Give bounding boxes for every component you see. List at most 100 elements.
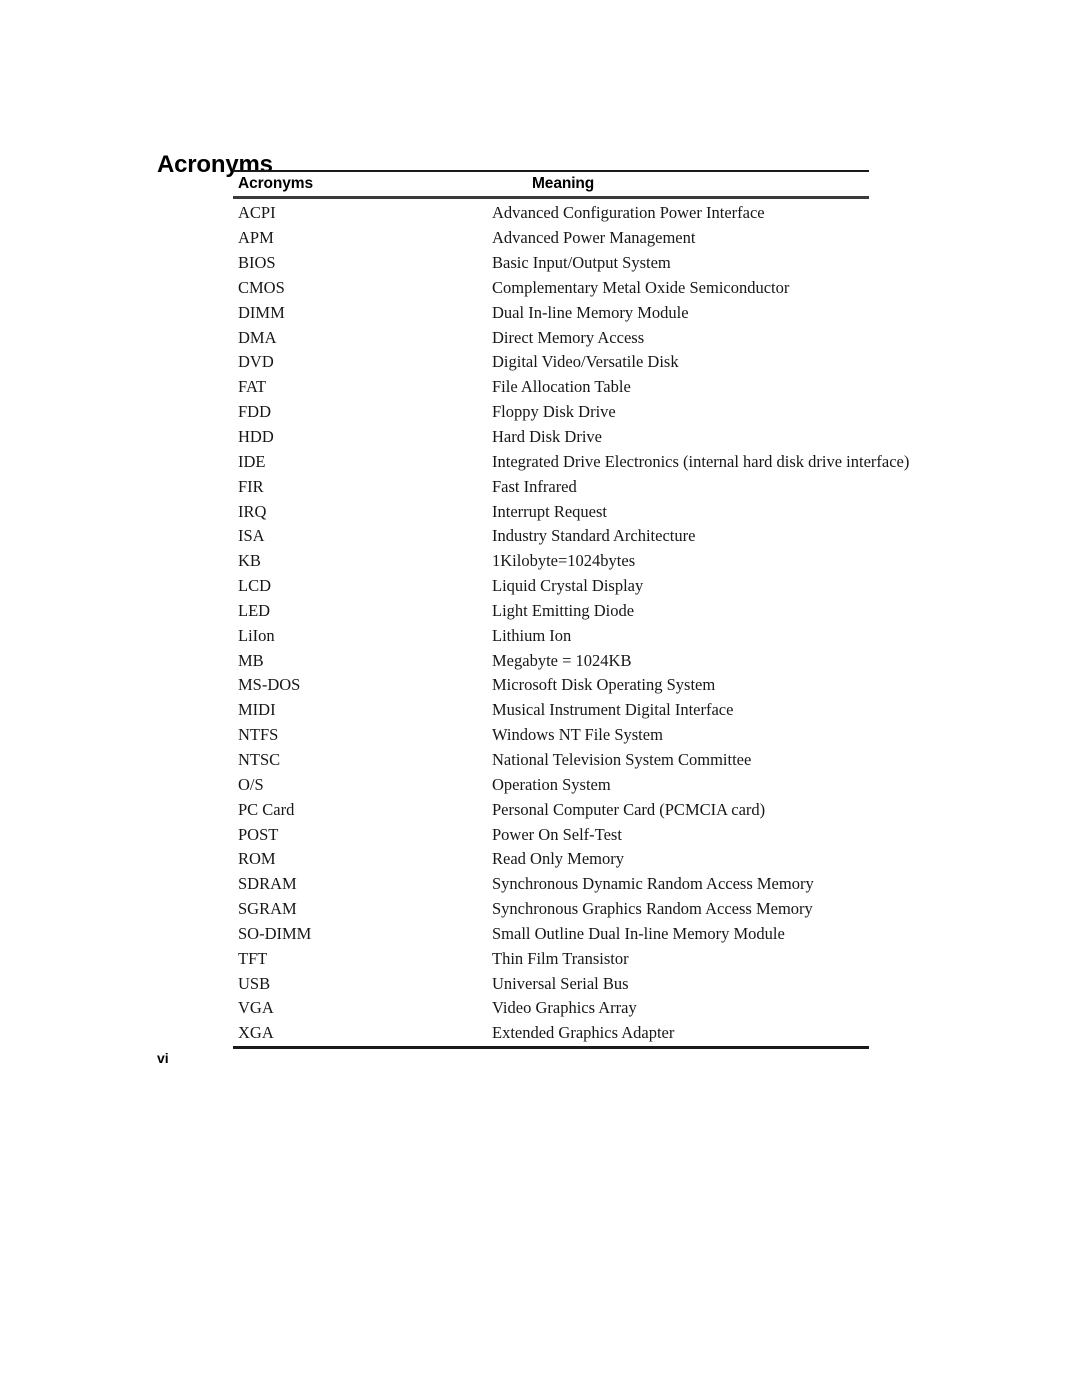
acronym-cell: ISA	[238, 526, 265, 546]
table-row: LED Light Emitting Diode	[233, 599, 869, 624]
meaning-cell: 1Kilobyte=1024bytes	[492, 551, 636, 571]
acronym-cell: IDE	[238, 451, 266, 471]
table-row: ACPI Advanced Configuration Power Interfa…	[233, 201, 869, 226]
table-bottom-rule	[233, 1045, 869, 1049]
acronym-cell: SGRAM	[238, 899, 297, 919]
acronym-cell: DVD	[238, 352, 274, 372]
meaning-cell: Read Only Memory	[492, 849, 624, 869]
meaning-cell: Megabyte = 1024KB	[492, 650, 632, 670]
table-row: NTFS Windows NT File System	[233, 723, 869, 748]
acronym-cell: BIOS	[238, 253, 276, 273]
meaning-cell: Integrated Drive Electronics (internal h…	[492, 451, 910, 471]
table-row: MB Megabyte = 1024KB	[233, 648, 869, 673]
meaning-cell: Interrupt Request	[492, 501, 608, 521]
meaning-cell: Small Outline Dual In-line Memory Module	[492, 923, 785, 943]
meaning-cell: Basic Input/Output System	[492, 253, 671, 273]
meaning-cell: Synchronous Dynamic Random Access Memory	[492, 874, 814, 894]
acronym-cell: USB	[238, 973, 271, 993]
meaning-cell: Windows NT File System	[492, 725, 663, 745]
acronym-cell: CMOS	[238, 277, 285, 297]
table-row: SO-DIMM Small Outline Dual In-line Memory…	[233, 921, 869, 946]
table-row: IRQ Interrupt Request	[233, 499, 869, 524]
table-row: XGA Extended Graphics Adapter	[233, 1021, 869, 1046]
table-row: FAT File Allocation Table	[233, 375, 869, 400]
acronym-cell: NTSC	[238, 749, 281, 769]
column-header-acronyms: Acronyms	[238, 175, 314, 192]
acronym-cell: NTFS	[238, 725, 279, 745]
table-row: USB Universal Serial Bus	[233, 971, 869, 996]
table-row: TFT Thin Film Transistor	[233, 946, 869, 971]
meaning-cell: Power On Self-Test	[492, 824, 622, 844]
acronym-cell: LCD	[238, 576, 271, 596]
table-row: LiIon Lithium Ion	[233, 623, 869, 648]
acronym-cell: DMA	[238, 327, 277, 347]
acronym-cell: MIDI	[238, 700, 276, 720]
table-row: HDD Hard Disk Drive	[233, 425, 869, 450]
acronym-cell: IRQ	[238, 501, 267, 521]
acronym-cell: ACPI	[238, 203, 276, 223]
meaning-cell: Microsoft Disk Operating System	[492, 675, 716, 695]
table-row: CMOS Complementary Metal Oxide Semiconduc…	[233, 276, 869, 301]
meaning-cell: Advanced Configuration Power Interface	[492, 203, 765, 223]
acronym-cell: MS-DOS	[238, 675, 301, 695]
table-row: LCD Liquid Crystal Display	[233, 574, 869, 599]
meaning-cell: Thin Film Transistor	[492, 948, 629, 968]
meaning-cell: Direct Memory Access	[492, 327, 645, 347]
acronym-cell: MB	[238, 650, 264, 670]
page-number: vi	[157, 1050, 169, 1066]
acronym-cell: FDD	[238, 402, 272, 422]
acronym-cell: LiIon	[238, 625, 275, 645]
acronym-cell: APM	[238, 228, 274, 248]
table-row: VGA Video Graphics Array	[233, 996, 869, 1021]
table-row: BIOS Basic Input/Output System	[233, 251, 869, 276]
table-row: NTSC National Television System Committee	[233, 748, 869, 773]
acronym-cell: HDD	[238, 427, 274, 447]
acronym-cell: DIMM	[238, 302, 285, 322]
table-row: MS-DOS Microsoft Disk Operating System	[233, 673, 869, 698]
table-row: FDD Floppy Disk Drive	[233, 400, 869, 425]
meaning-cell: Musical Instrument Digital Interface	[492, 700, 734, 720]
table-row: DVD Digital Video/Versatile Disk	[233, 350, 869, 375]
meaning-cell: Synchronous Graphics Random Access Memor…	[492, 899, 813, 919]
document-page: Acronyms Acronyms Meaning ACPI Advanced C…	[0, 0, 1080, 1397]
meaning-cell: Industry Standard Architecture	[492, 526, 696, 546]
table-row: PC Card Personal Computer Card (PCMCIA ca…	[233, 797, 869, 822]
meaning-cell: Operation System	[492, 774, 611, 794]
table-row: ROM Read Only Memory	[233, 847, 869, 872]
meaning-cell: Dual In-line Memory Module	[492, 302, 689, 322]
table-row: POST Power On Self-Test	[233, 822, 869, 847]
acronym-cell: PC Card	[238, 799, 295, 819]
meaning-cell: Digital Video/Versatile Disk	[492, 352, 679, 372]
meaning-cell: Fast Infrared	[492, 476, 577, 496]
column-header-meaning: Meaning	[532, 175, 595, 192]
table-row: KB 1Kilobyte=1024bytes	[233, 549, 869, 574]
table-body: ACPI Advanced Configuration Power Interfa…	[233, 199, 909, 1046]
acronym-cell: XGA	[238, 1023, 274, 1043]
meaning-cell: Universal Serial Bus	[492, 973, 629, 993]
acronym-cell: KB	[238, 551, 261, 571]
meaning-cell: Complementary Metal Oxide Semiconductor	[492, 277, 790, 297]
acronyms-table: Acronyms Meaning ACPI Advanced Configurat…	[233, 170, 909, 1049]
acronym-cell: ROM	[238, 849, 276, 869]
meaning-cell: Advanced Power Management	[492, 228, 696, 248]
acronym-cell: POST	[238, 824, 279, 844]
meaning-cell: Extended Graphics Adapter	[492, 1023, 675, 1043]
table-row: FIR Fast Infrared	[233, 474, 869, 499]
meaning-cell: Lithium Ion	[492, 625, 572, 645]
acronym-cell: SDRAM	[238, 874, 297, 894]
acronym-cell: FIR	[238, 476, 264, 496]
table-row: DIMM Dual In-line Memory Module	[233, 300, 869, 325]
meaning-cell: Hard Disk Drive	[492, 427, 602, 447]
acronym-cell: VGA	[238, 998, 274, 1018]
acronym-cell: TFT	[238, 948, 268, 968]
table-row: APM Advanced Power Management	[233, 226, 869, 251]
acronym-cell: FAT	[238, 377, 267, 397]
meaning-cell: File Allocation Table	[492, 377, 631, 397]
meaning-cell: Video Graphics Array	[492, 998, 637, 1018]
table-header-row: Acronyms Meaning	[233, 172, 869, 196]
table-row: MIDI Musical Instrument Digital Interface	[233, 698, 869, 723]
acronym-cell: O/S	[238, 774, 264, 794]
meaning-cell: Liquid Crystal Display	[492, 576, 644, 596]
meaning-cell: Light Emitting Diode	[492, 600, 635, 620]
meaning-cell: Floppy Disk Drive	[492, 402, 616, 422]
